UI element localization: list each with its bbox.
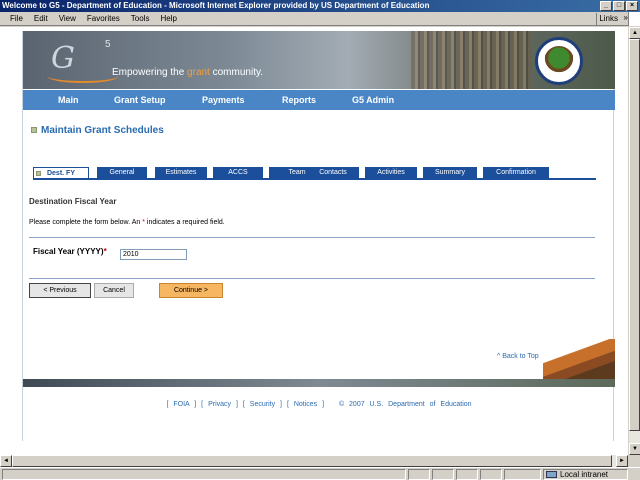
menu-help[interactable]: Help	[160, 14, 176, 23]
links-toolbar[interactable]: Links	[596, 13, 618, 25]
menu-favorites[interactable]: Favorites	[87, 14, 120, 23]
ie-logo-icon	[628, 12, 640, 26]
status-message-cell	[2, 469, 406, 480]
menu-file[interactable]: File	[10, 14, 23, 23]
classroom-desks-image	[543, 339, 615, 381]
footer-notices-link[interactable]: Notices	[294, 401, 317, 408]
logo-swoosh	[47, 69, 119, 83]
fiscal-year-input[interactable]	[120, 249, 187, 260]
scroll-corner	[628, 455, 640, 467]
g5-page: G 5 Empowering the grant community. Main…	[22, 31, 615, 441]
status-cell	[504, 469, 541, 480]
footer-band	[23, 379, 615, 387]
browser-viewport: G 5 Empowering the grant community. Main…	[0, 27, 628, 455]
status-cell	[432, 469, 454, 480]
status-cell	[408, 469, 430, 480]
tab-general[interactable]: General	[97, 167, 147, 178]
tab-estimates[interactable]: Estimates	[155, 167, 207, 178]
fiscal-year-label: Fiscal Year (YYYY)*	[33, 247, 107, 256]
nav-main[interactable]: Main	[58, 95, 114, 105]
form-instructions: Please complete the form below. An * ind…	[29, 219, 225, 226]
window-titlebar: Welcome to G5 - Department of Education …	[0, 0, 640, 12]
divider	[29, 237, 595, 238]
menu-tools[interactable]: Tools	[131, 14, 150, 23]
footer-copyright: © 2007 U.S. Department of Education	[338, 401, 472, 408]
statusbar: Local intranet	[0, 467, 640, 480]
horizontal-scroll-thumb[interactable]	[12, 455, 612, 467]
menu-edit[interactable]: Edit	[34, 14, 48, 23]
continue-button[interactable]: Continue >	[159, 283, 223, 298]
tagline: Empowering the grant community.	[112, 67, 264, 78]
previous-button[interactable]: < Previous	[29, 283, 91, 298]
footer-security-link[interactable]: Security	[250, 401, 275, 408]
minimize-button[interactable]: _	[600, 1, 612, 11]
scroll-right-icon[interactable]: ►	[616, 455, 628, 467]
department-seal-icon	[535, 37, 583, 85]
tab-confirmation[interactable]: Confirmation	[483, 167, 549, 178]
nav-g5-admin[interactable]: G5 Admin	[352, 95, 394, 105]
main-nav: Main Grant Setup Payments Reports G5 Adm…	[23, 90, 615, 110]
header-banner: G 5 Empowering the grant community.	[23, 31, 615, 89]
scroll-up-icon[interactable]: ▲	[629, 27, 640, 39]
tab-accs[interactable]: ACCS	[213, 167, 263, 178]
tab-activities[interactable]: Activities	[365, 167, 417, 178]
cancel-button[interactable]: Cancel	[94, 283, 134, 298]
nav-reports[interactable]: Reports	[282, 95, 352, 105]
g5-logo-sup: 5	[105, 39, 111, 50]
tab-rule	[33, 178, 596, 180]
back-to-top-link[interactable]: ^ Back to Top	[497, 353, 539, 360]
menu-view[interactable]: View	[59, 14, 76, 23]
vertical-scrollbar[interactable]: ▲ ▼	[628, 27, 640, 455]
window-title: Welcome to G5 - Department of Education …	[2, 1, 430, 10]
nav-grant-setup[interactable]: Grant Setup	[114, 95, 202, 105]
page-title: Maintain Grant Schedules	[41, 125, 164, 136]
intranet-zone-icon	[546, 471, 557, 478]
menubar: File Edit View Favorites Tools Help	[0, 12, 640, 26]
footer-links: [ FOIA ] [ Privacy ] [ Security ] [ Noti…	[166, 401, 472, 408]
footer-foia-link[interactable]: FOIA	[173, 401, 189, 408]
wizard-tabs: Dest. FY General Estimates ACCS Team Con…	[33, 167, 596, 180]
divider	[29, 278, 595, 279]
footer-privacy-link[interactable]: Privacy	[208, 401, 231, 408]
scroll-left-icon[interactable]: ◄	[0, 455, 12, 467]
scroll-down-icon[interactable]: ▼	[629, 443, 640, 455]
active-tab-icon	[36, 171, 41, 176]
horizontal-scrollbar[interactable]: ◄ ►	[0, 455, 628, 467]
security-zone: Local intranet	[543, 469, 628, 480]
vertical-scroll-thumb[interactable]	[629, 39, 640, 431]
maximize-button[interactable]: □	[613, 1, 625, 11]
nav-payments[interactable]: Payments	[202, 95, 282, 105]
status-cell	[456, 469, 478, 480]
close-button[interactable]: ×	[626, 1, 638, 11]
tab-summary[interactable]: Summary	[423, 167, 477, 178]
status-cell	[480, 469, 502, 480]
library-shelves-image	[411, 31, 531, 89]
tab-contacts[interactable]: Contacts	[307, 167, 359, 178]
section-heading: Destination Fiscal Year	[29, 197, 117, 206]
